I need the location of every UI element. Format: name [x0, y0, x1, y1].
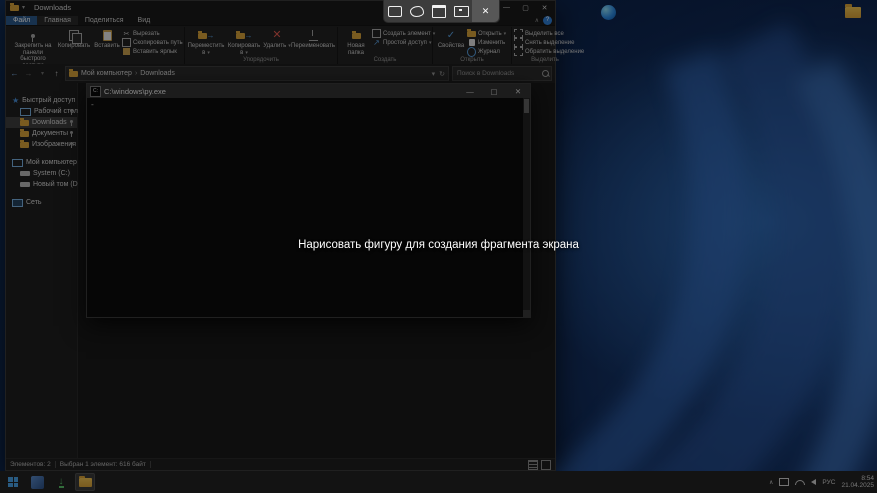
- snip-instruction: Нарисовать фигуру для создания фрагмента…: [0, 239, 877, 251]
- freeform-snip-button[interactable]: [406, 0, 428, 22]
- screen: ▾ Downloads — ▢ ✕ Файл Главная Поделитьс…: [0, 0, 877, 493]
- fullscreen-snip-button[interactable]: [450, 0, 472, 22]
- rectangle-snip-icon: [388, 6, 402, 17]
- window-snip-icon: [432, 5, 446, 18]
- freeform-snip-icon: [410, 6, 424, 17]
- fullscreen-snip-icon: [454, 6, 469, 17]
- snip-close-button[interactable]: [472, 0, 499, 22]
- snip-toolbar: [383, 0, 500, 23]
- rectangle-snip-button[interactable]: [384, 0, 406, 22]
- window-snip-button[interactable]: [428, 0, 450, 22]
